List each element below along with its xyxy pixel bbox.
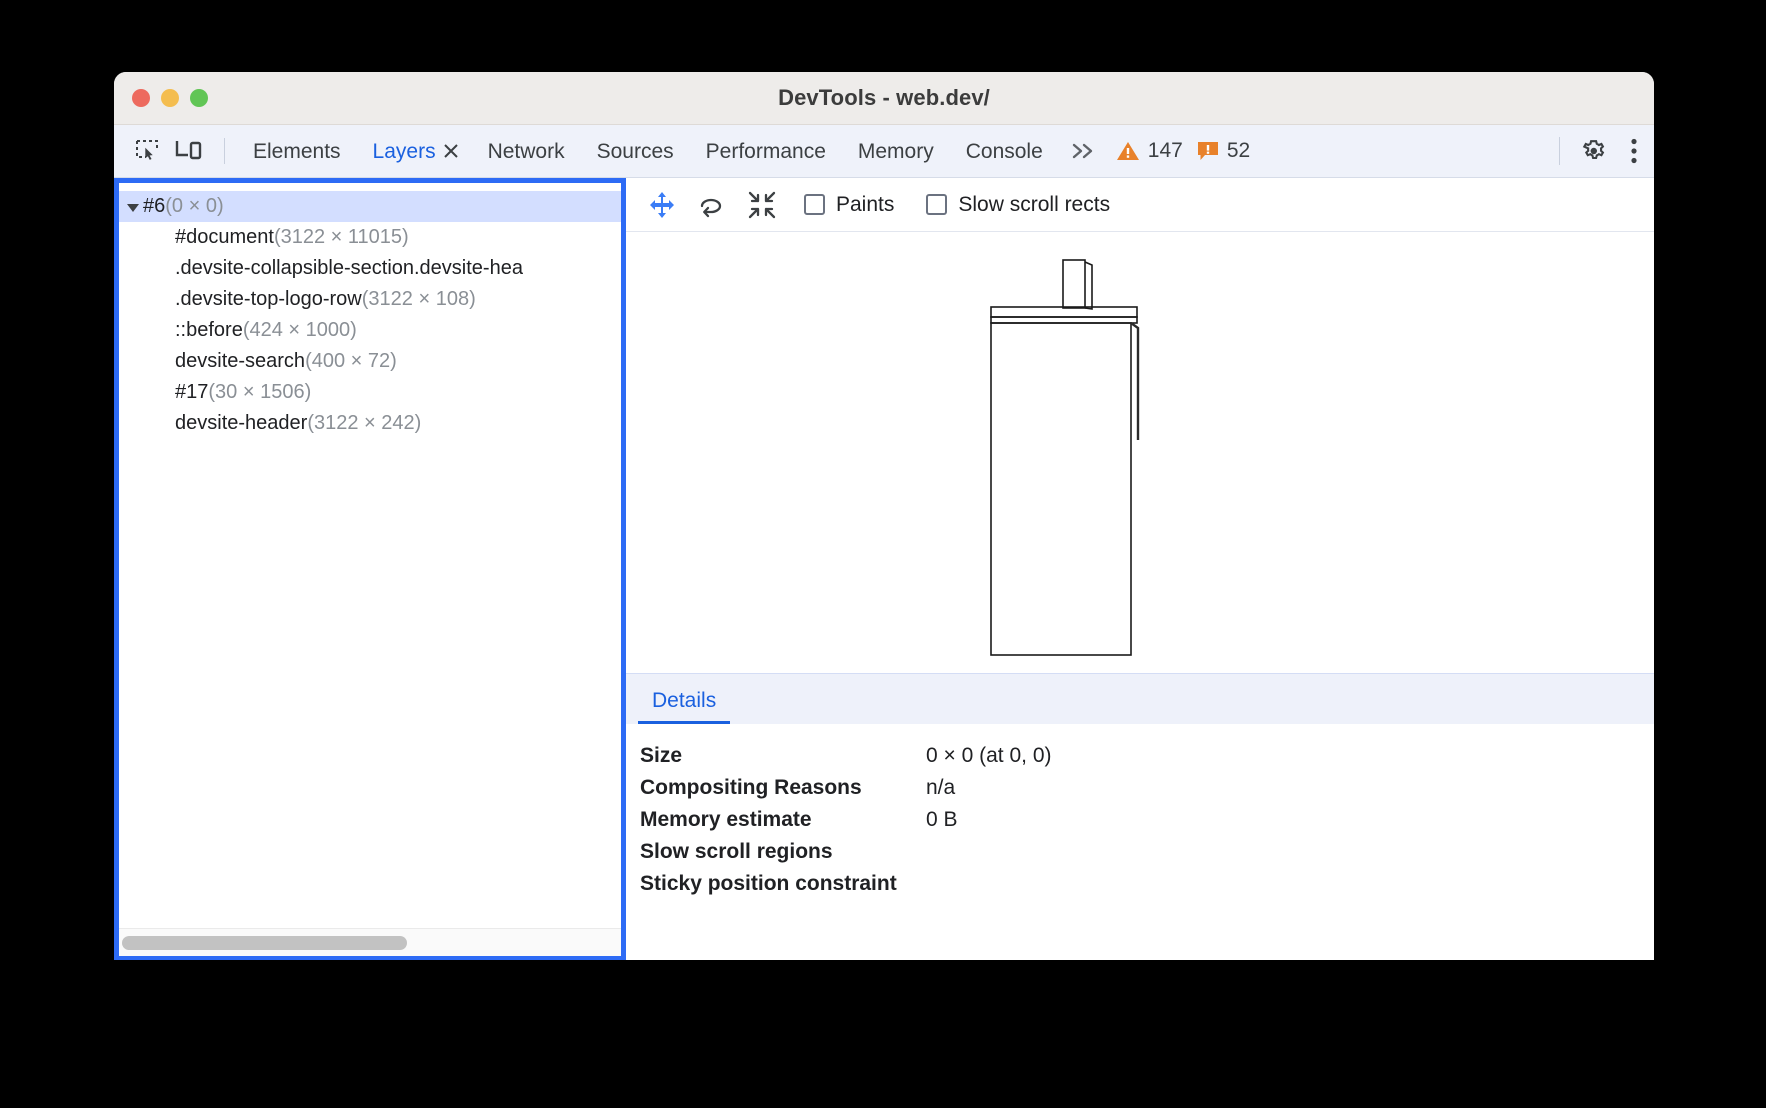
errors-counter[interactable]: 52 <box>1190 139 1257 163</box>
maximize-window-button[interactable] <box>190 89 208 107</box>
layer-name: #6 <box>143 195 165 218</box>
window-titlebar: DevTools - web.dev/ <box>114 72 1654 125</box>
paints-checkbox[interactable] <box>804 194 825 215</box>
detail-label: Size <box>626 744 926 768</box>
detail-value: 0 × 0 (at 0, 0) <box>926 744 1052 768</box>
layers-view-toolbar: Paints Slow scroll rects <box>626 178 1654 232</box>
warnings-count: 147 <box>1148 139 1183 163</box>
detail-label: Memory estimate <box>626 808 926 832</box>
detail-row-size: Size 0 × 0 (at 0, 0) <box>626 740 1654 772</box>
errors-count: 52 <box>1227 139 1250 163</box>
layer-name: .devsite-collapsible-section.devsite-hea <box>175 257 523 280</box>
gear-icon[interactable] <box>1574 131 1614 171</box>
chevron-double-right-icon[interactable] <box>1059 141 1109 161</box>
detail-row-compositing-reasons: Compositing Reasons n/a <box>626 772 1654 804</box>
detail-label: Sticky position constraint <box>626 872 926 896</box>
layer-dimensions: (30 × 1506) <box>208 381 311 404</box>
tab-memory[interactable]: Memory <box>842 125 950 178</box>
tree-row[interactable]: .devsite-top-logo-row (3122 × 108) <box>119 284 621 315</box>
warning-triangle-icon <box>1116 140 1140 162</box>
layer-name: devsite-header <box>175 412 307 435</box>
layer-stack-visualization <box>626 232 1644 656</box>
error-message-icon <box>1197 140 1219 162</box>
layers-3d-canvas[interactable] <box>626 232 1654 673</box>
detail-row-sticky-position-constraint: Sticky position constraint <box>626 868 1654 900</box>
reset-view-icon[interactable] <box>740 183 784 227</box>
detail-row-slow-scroll-regions: Slow scroll regions <box>626 836 1654 868</box>
tab-details[interactable]: Details <box>638 690 730 724</box>
layer-dimensions: (3122 × 11015) <box>274 226 409 249</box>
details-panel-body: Size 0 × 0 (at 0, 0) Compositing Reasons… <box>626 724 1654 960</box>
devtools-tabbar: Elements Layers Network Sources Performa… <box>114 125 1654 178</box>
tab-sources[interactable]: Sources <box>581 125 690 178</box>
tab-elements[interactable]: Elements <box>237 125 357 178</box>
layer-name: devsite-search <box>175 350 305 373</box>
toolbar-separator-right <box>1559 137 1560 165</box>
tab-layers-label: Layers <box>373 125 436 178</box>
close-window-button[interactable] <box>132 89 150 107</box>
layer-dimensions: (424 × 1000) <box>243 319 357 342</box>
scrollbar-thumb[interactable] <box>122 936 407 950</box>
layer-dimensions: (3122 × 108) <box>362 288 476 311</box>
layer-dimensions: (3122 × 242) <box>307 412 421 435</box>
device-toolbar-icon[interactable] <box>170 132 208 170</box>
tree-row[interactable]: #6 (0 × 0) <box>119 191 621 222</box>
window-controls <box>132 89 208 107</box>
layers-tree-panel[interactable]: #6 (0 × 0) #document (3122 × 11015) .dev… <box>114 178 626 960</box>
layer-dimensions: (400 × 72) <box>305 350 397 373</box>
tree-row[interactable]: .devsite-collapsible-section.devsite-hea <box>119 253 621 284</box>
devtools-window: DevTools - web.dev/ Eleme <box>114 72 1654 960</box>
layer-name: .devsite-top-logo-row <box>175 288 362 311</box>
tab-console[interactable]: Console <box>950 125 1059 178</box>
toolbar-separator <box>224 138 225 164</box>
details-panel-header: Details <box>626 673 1654 724</box>
devtools-body: #6 (0 × 0) #document (3122 × 11015) .dev… <box>114 178 1654 960</box>
tree-row[interactable]: ::before (424 × 1000) <box>119 315 621 346</box>
detail-label: Slow scroll regions <box>626 840 926 864</box>
horizontal-scrollbar[interactable] <box>119 928 621 956</box>
pan-mode-icon[interactable] <box>640 183 684 227</box>
inspect-element-icon[interactable] <box>128 132 166 170</box>
layers-viewer-pane: Paints Slow scroll rects <box>626 178 1654 960</box>
layer-dimensions: (0 × 0) <box>165 195 223 218</box>
minimize-window-button[interactable] <box>161 89 179 107</box>
paints-checkbox-group[interactable]: Paints <box>804 193 894 217</box>
screen: DevTools - web.dev/ Eleme <box>0 0 1766 1108</box>
tree-row[interactable]: devsite-header (3122 × 242) <box>119 408 621 439</box>
close-icon[interactable] <box>440 140 462 162</box>
layer-name: #document <box>175 226 274 249</box>
rotate-mode-icon[interactable] <box>690 183 734 227</box>
paints-label: Paints <box>836 193 894 217</box>
slow-scroll-rects-checkbox-group[interactable]: Slow scroll rects <box>926 193 1110 217</box>
detail-value: n/a <box>926 776 955 800</box>
tree-row[interactable]: #document (3122 × 11015) <box>119 222 621 253</box>
detail-label: Compositing Reasons <box>626 776 926 800</box>
tab-performance[interactable]: Performance <box>690 125 842 178</box>
layers-tree-list[interactable]: #6 (0 × 0) #document (3122 × 11015) .dev… <box>119 183 621 928</box>
chevron-down-icon[interactable] <box>127 204 139 212</box>
tab-network[interactable]: Network <box>472 125 581 178</box>
layer-name: #17 <box>175 381 208 404</box>
layer-name: ::before <box>175 319 243 342</box>
slow-scroll-rects-checkbox[interactable] <box>926 194 947 215</box>
tree-row[interactable]: devsite-search (400 × 72) <box>119 346 621 377</box>
warnings-counter[interactable]: 147 <box>1109 139 1190 163</box>
tree-row[interactable]: #17 (30 × 1506) <box>119 377 621 408</box>
detail-row-memory-estimate: Memory estimate 0 B <box>626 804 1654 836</box>
tab-layers[interactable]: Layers <box>357 125 472 178</box>
detail-value: 0 B <box>926 808 958 832</box>
slow-scroll-rects-label: Slow scroll rects <box>958 193 1110 217</box>
kebab-menu-icon[interactable] <box>1614 131 1654 171</box>
window-title: DevTools - web.dev/ <box>114 85 1654 111</box>
